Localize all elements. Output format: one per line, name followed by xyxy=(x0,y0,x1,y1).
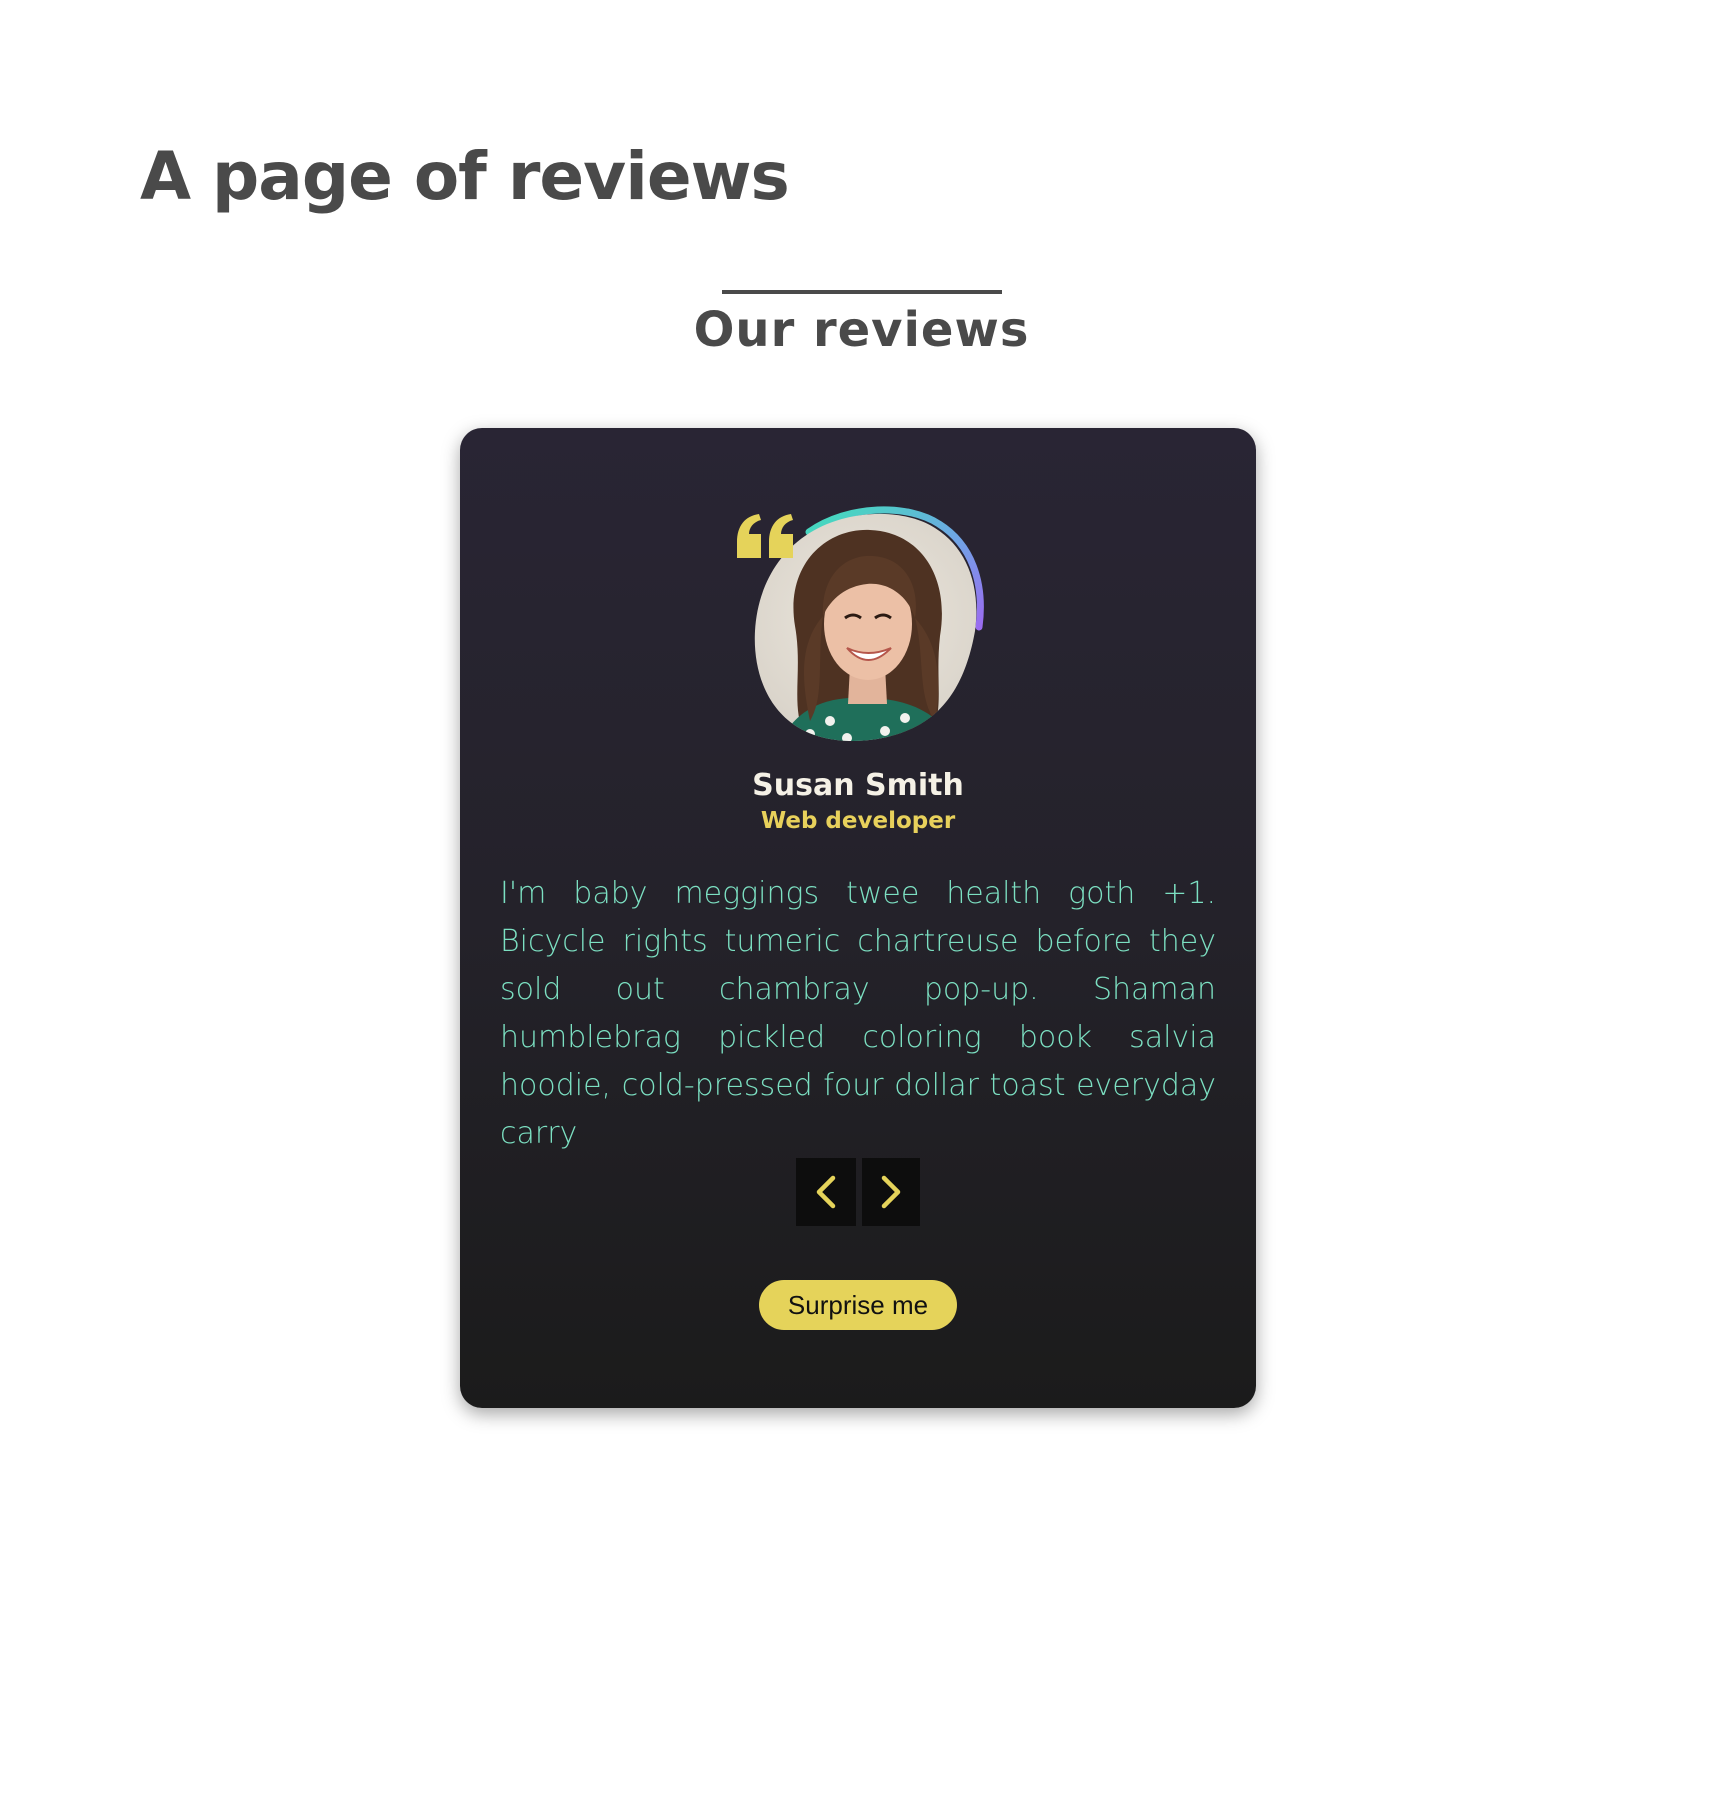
reviewer-name: Susan Smith xyxy=(752,768,964,803)
section-heading: Our reviews xyxy=(0,290,1723,358)
surprise-me-button[interactable]: Surprise me xyxy=(759,1280,957,1330)
chevron-left-icon xyxy=(816,1175,836,1209)
reviewer-role: Web developer xyxy=(760,808,956,834)
review-card: Susan Smith Web developer I'm baby meggi… xyxy=(460,428,1256,1408)
chevron-right-icon xyxy=(881,1175,901,1209)
quote-icon xyxy=(737,514,793,558)
review-text: I'm baby meggings twee health goth +1. B… xyxy=(500,876,1216,1151)
section-underline xyxy=(721,290,1002,294)
page-title: A page of reviews xyxy=(140,138,790,215)
review-navigation xyxy=(796,1158,920,1226)
next-review-button[interactable] xyxy=(862,1158,920,1226)
avatar-container xyxy=(735,506,995,756)
page: A page of reviews Our reviews Susan Smit… xyxy=(0,0,1723,1815)
section-title: Our reviews xyxy=(693,302,1030,358)
previous-review-button[interactable] xyxy=(796,1158,856,1226)
